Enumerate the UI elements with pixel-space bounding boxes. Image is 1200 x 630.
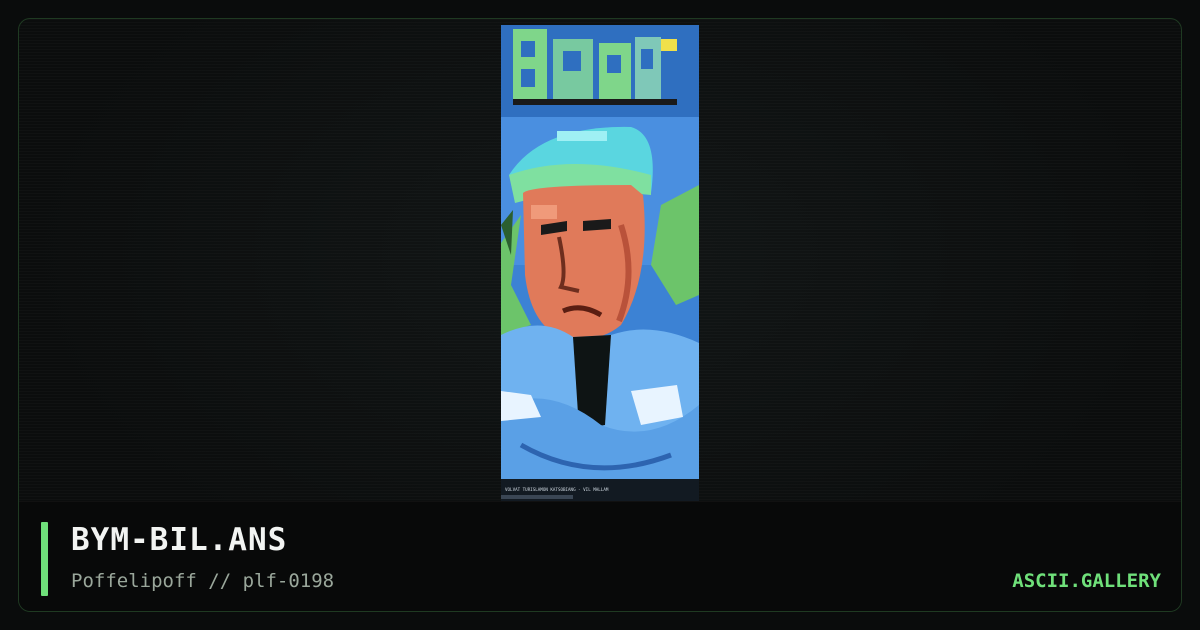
accent-bar [41,522,48,596]
artwork-illustration: VOLVAT TURISLAMON KATSOBIANG - VIL MALLA… [501,25,699,501]
artwork-footer-text: VOLVAT TURISLAMON KATSOBIANG - VIL MALLA… [505,487,609,492]
artwork-title: BYM-BIL.ANS [71,522,288,558]
info-bar: BYM-BIL.ANS Poffelipoff // plf-0198 ASCI… [19,501,1181,611]
ansi-artwork[interactable]: VOLVAT TURISLAMON KATSOBIANG - VIL MALLA… [501,25,699,501]
artwork-subtitle: Poffelipoff // plf-0198 [71,570,335,592]
card-frame: VOLVAT TURISLAMON KATSOBIANG - VIL MALLA… [18,18,1182,612]
site-brand-link[interactable]: ASCII.GALLERY [1012,570,1161,592]
